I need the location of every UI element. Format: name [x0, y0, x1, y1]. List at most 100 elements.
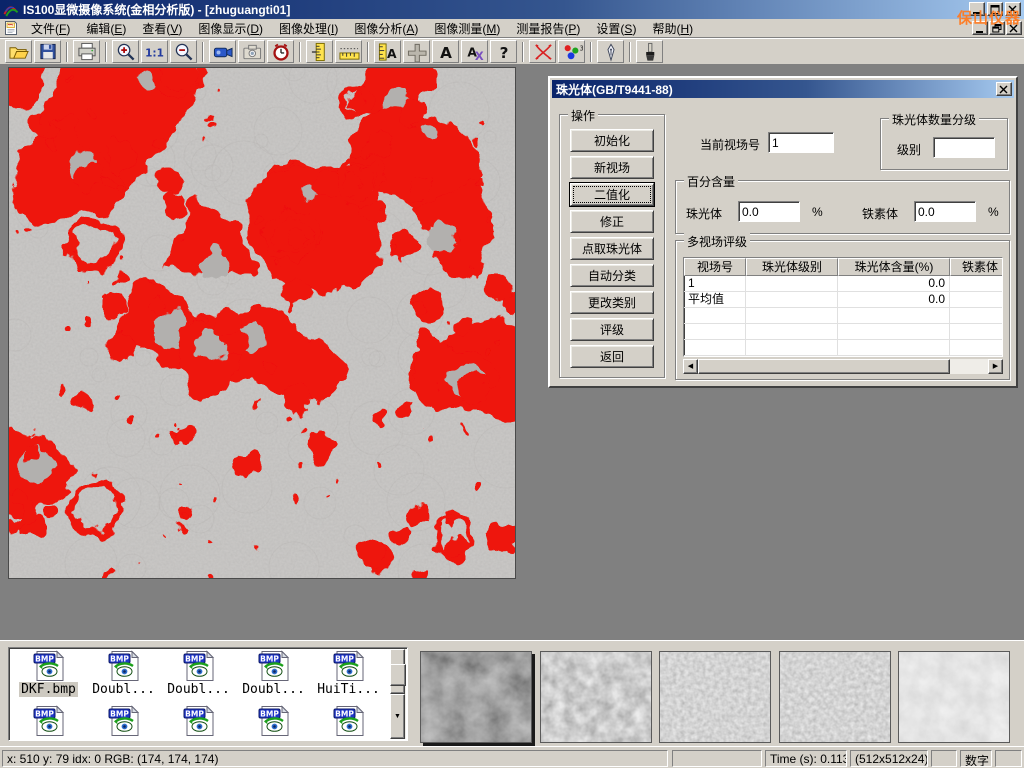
status-empty-3 [995, 750, 1022, 767]
file-item-row2-3[interactable]: BMP [236, 705, 311, 737]
file-list: BMP DKF.bmp BMP Doubl... BMP Doubl... BM… [9, 648, 407, 697]
mdi-close-button[interactable] [1006, 21, 1022, 35]
table-row-0[interactable]: 10.0 [684, 276, 1002, 292]
op-button-1[interactable]: 新视场 [570, 156, 654, 179]
pen-button[interactable] [597, 40, 624, 63]
classify-dots-button[interactable]: 3 [558, 40, 585, 63]
menu-item-5[interactable]: 图像分析(A) [346, 19, 426, 38]
thumbnail-2[interactable] [540, 651, 652, 743]
op-button-8[interactable]: 返回 [570, 345, 654, 368]
help-button[interactable]: ? [490, 40, 517, 63]
zoom-in-button[interactable] [112, 40, 139, 63]
move-button[interactable] [403, 40, 430, 63]
micrograph-canvas[interactable] [8, 67, 516, 579]
ruler-button[interactable] [335, 40, 362, 63]
column-header-1[interactable]: 珠光体级别 [746, 258, 838, 276]
table-cell: 平均值 [684, 292, 746, 307]
menu-item-4[interactable]: 图像处理(I) [271, 19, 346, 38]
open-button[interactable] [5, 40, 32, 63]
op-button-6[interactable]: 更改类别 [570, 291, 654, 314]
file-item-4[interactable]: BMP HuiTi... [311, 650, 386, 697]
menu-item-9[interactable]: 帮助(H) [644, 19, 701, 38]
text-button[interactable]: A [432, 40, 459, 63]
table-hscrollbar[interactable]: ◀ ▶ [683, 359, 1003, 374]
op-button-7[interactable]: 评级 [570, 318, 654, 341]
menu-item-3[interactable]: 图像显示(D) [190, 19, 271, 38]
pearlite-label: 珠光体 [686, 205, 722, 222]
mdi-restore-button[interactable] [989, 21, 1005, 35]
scroll-right-button[interactable]: ▶ [988, 359, 1003, 374]
file-item-row2-0[interactable]: BMP [11, 705, 86, 737]
toolbar-separator [202, 42, 204, 62]
op-button-4[interactable]: 点取珠光体 [570, 237, 654, 260]
dialog-title: 珠光体(GB/T9441-88) [556, 81, 673, 98]
file-item-3[interactable]: BMP Doubl... [236, 650, 311, 697]
ferrite-percent-input[interactable] [914, 201, 976, 222]
column-header-2[interactable]: 珠光体含量(%) [838, 258, 950, 276]
bmp-file-icon: BMP [32, 650, 66, 682]
op-button-3[interactable]: 修正 [570, 210, 654, 233]
thumbnail-3[interactable] [659, 651, 771, 743]
maximize-button[interactable] [987, 2, 1003, 16]
dialog-title-bar[interactable]: 珠光体(GB/T9441-88) [552, 80, 1014, 98]
menu-item-2[interactable]: 查看(V) [134, 19, 190, 38]
timer-button[interactable] [267, 40, 294, 63]
measure-text-button[interactable]: A [374, 40, 401, 63]
file-item-row2-2[interactable]: BMP [161, 705, 236, 737]
op-button-5[interactable]: 自动分类 [570, 264, 654, 287]
table-cell: 0.0 [838, 292, 950, 307]
current-field-input[interactable] [768, 132, 834, 153]
hscroll-thumb[interactable] [698, 359, 950, 374]
mdi-minimize-button[interactable] [972, 21, 988, 35]
menu-item-1[interactable]: 编辑(E) [78, 19, 134, 38]
actual-size-button[interactable]: 1:1 [141, 40, 168, 63]
column-header-3[interactable]: 铁素体 [950, 258, 1003, 276]
thumbnail-1[interactable] [420, 651, 532, 743]
svg-text:X: X [474, 49, 483, 62]
zoom-out-button[interactable] [170, 40, 197, 63]
caliper-button[interactable] [306, 40, 333, 63]
menu-item-7[interactable]: 测量报告(P) [508, 19, 588, 38]
hscroll-track[interactable] [950, 359, 988, 374]
grade-level-input[interactable] [933, 137, 995, 158]
percent-group-label: 百分含量 [684, 173, 738, 190]
video-camera-button[interactable] [209, 40, 236, 63]
pearlite-percent-input[interactable] [738, 201, 800, 222]
file-item-2[interactable]: BMP Doubl... [161, 650, 236, 697]
table-cell [950, 340, 1003, 355]
thumbnail-4[interactable] [779, 651, 891, 743]
menu-item-0[interactable]: 文件(F) [23, 19, 78, 38]
minimize-button[interactable] [969, 2, 985, 16]
column-header-0[interactable]: 视场号 [684, 258, 746, 276]
table-row-4[interactable] [684, 340, 1002, 356]
dialog-close-button[interactable] [996, 82, 1012, 96]
file-item-1[interactable]: BMP Doubl... [86, 650, 161, 697]
table-cell [746, 340, 838, 355]
save-button[interactable] [34, 40, 61, 63]
file-item-0[interactable]: BMP DKF.bmp [11, 650, 86, 697]
thumbnail-5[interactable] [898, 651, 1010, 743]
menu-item-6[interactable]: 图像测量(M) [426, 19, 508, 38]
print-button[interactable] [73, 40, 100, 63]
file-list-scrollbar[interactable]: ▲ ▼ [390, 649, 406, 739]
pen-icon [600, 42, 622, 62]
close-button[interactable] [1005, 2, 1021, 16]
snapshot-button[interactable] [238, 40, 265, 63]
op-button-0[interactable]: 初始化 [570, 129, 654, 152]
text-style-button[interactable]: AX [461, 40, 488, 63]
file-item-row2-1[interactable]: BMP [86, 705, 161, 737]
delete-mark-button[interactable] [529, 40, 556, 63]
vscroll-thumb[interactable] [390, 664, 406, 686]
table-row-3[interactable] [684, 324, 1002, 340]
scroll-down-button[interactable]: ▼ [390, 694, 405, 739]
table-cell [684, 308, 746, 323]
file-item-row2-4[interactable]: BMP [311, 705, 386, 737]
table-row-1[interactable]: 平均值 0.0 [684, 292, 1002, 308]
brush-button[interactable] [636, 40, 663, 63]
table-row-2[interactable] [684, 308, 1002, 324]
ferrite-label: 铁素体 [862, 205, 898, 222]
print-icon [76, 42, 98, 62]
scroll-left-button[interactable]: ◀ [683, 359, 698, 374]
op-button-2[interactable]: 二值化 [570, 183, 654, 206]
menu-item-8[interactable]: 设置(S) [588, 19, 644, 38]
